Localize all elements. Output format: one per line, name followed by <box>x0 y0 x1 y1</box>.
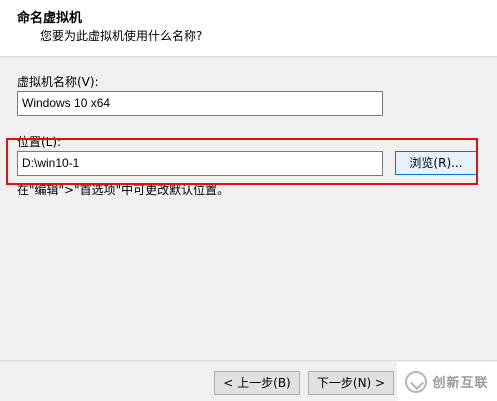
next-button[interactable]: 下一步(N) > <box>308 371 394 395</box>
browse-button[interactable]: 浏览(R)... <box>395 151 477 175</box>
location-input[interactable]: D:\win10-1 <box>17 151 383 176</box>
wizard-header: 命名虚拟机 您要为此虚拟机使用什么名称? <box>0 0 497 57</box>
location-hint: 在"编辑">"首选项"中可更改默认位置。 <box>17 183 230 197</box>
watermark-text: 创新互联 <box>432 376 489 391</box>
location-label: 位置(L): <box>17 135 62 149</box>
page-title: 命名虚拟机 <box>17 11 83 26</box>
footer-divider <box>0 360 497 361</box>
page-subtitle: 您要为此虚拟机使用什么名称? <box>40 29 203 43</box>
watermark-logo-icon <box>405 370 428 393</box>
vm-name-label: 虚拟机名称(V): <box>17 75 99 89</box>
back-button[interactable]: < 上一步(B) <box>214 371 300 395</box>
watermark: 创新互联 <box>397 362 497 401</box>
vm-name-input[interactable]: Windows 10 x64 <box>17 91 383 116</box>
